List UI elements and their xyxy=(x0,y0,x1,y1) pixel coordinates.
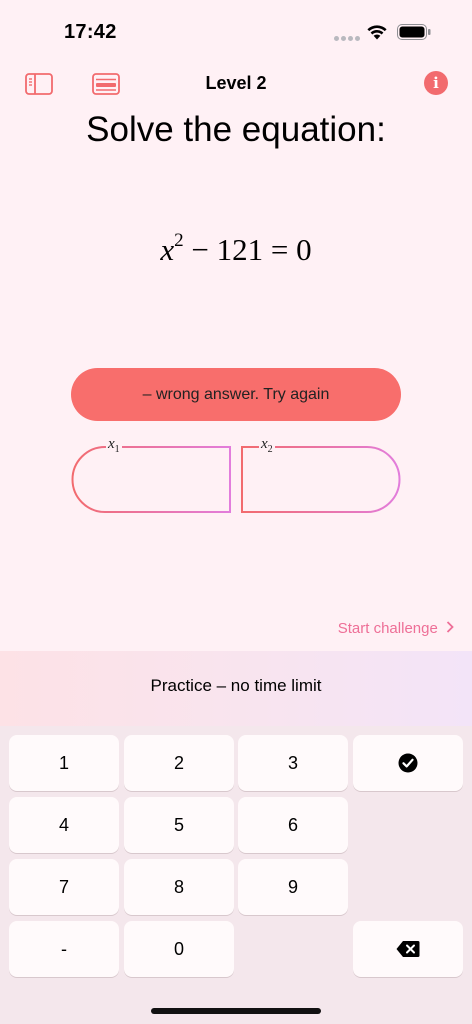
key-0[interactable]: 0 xyxy=(124,921,234,977)
info-icon[interactable]: i xyxy=(424,71,448,95)
key-5[interactable]: 5 xyxy=(124,797,234,853)
backspace-icon xyxy=(396,941,420,957)
submit-key[interactable] xyxy=(353,735,463,791)
start-challenge-label: Start challenge xyxy=(337,620,438,637)
feedback-banner: – wrong answer. Try again xyxy=(71,368,401,421)
top-toolbar: Level 2 i xyxy=(0,60,472,108)
level-title: Level 2 xyxy=(205,73,267,93)
answer-field-x1[interactable]: x1 xyxy=(71,436,232,513)
question-prompt: Solve the equation: xyxy=(86,110,386,149)
bottom-panel: Practice – no time limit 1 2 3 4 5 6 7 8… xyxy=(0,651,472,1024)
home-indicator xyxy=(151,1008,321,1014)
key-7[interactable]: 7 xyxy=(9,859,119,915)
key-minus[interactable]: - xyxy=(9,921,119,977)
equation-exponent: 2 xyxy=(174,229,184,251)
key-3[interactable]: 3 xyxy=(238,735,348,791)
status-bar: 17:42 xyxy=(0,0,472,60)
equation: x2 − 121 = 0 xyxy=(0,229,472,268)
checkmark-circle-icon xyxy=(398,753,418,773)
answer-label-x1: x1 xyxy=(106,436,122,455)
key-4[interactable]: 4 xyxy=(9,797,119,853)
equation-equals: = xyxy=(270,232,289,267)
key-6[interactable]: 6 xyxy=(238,797,348,853)
start-challenge-link[interactable]: Start challenge xyxy=(338,620,454,637)
key-8[interactable]: 8 xyxy=(124,859,234,915)
cellular-signal-icon xyxy=(334,36,360,42)
key-9[interactable]: 9 xyxy=(238,859,348,915)
equation-rhs: 0 xyxy=(296,232,312,267)
equation-constant: 121 xyxy=(216,232,264,267)
equation-variable: x xyxy=(160,232,175,267)
equation-operator: − xyxy=(191,232,209,267)
delete-key[interactable] xyxy=(353,921,463,977)
number-keypad: 1 2 3 4 5 6 7 8 9 - 0 xyxy=(0,726,472,1024)
wifi-icon xyxy=(367,25,387,40)
answer-label-x2: x2 xyxy=(259,436,275,455)
answer-field-x2[interactable]: x2 xyxy=(240,436,401,513)
battery-icon xyxy=(397,24,431,40)
mode-label: Practice – no time limit xyxy=(150,676,322,695)
key-2[interactable]: 2 xyxy=(124,735,234,791)
chevron-right-icon xyxy=(446,620,454,637)
key-1[interactable]: 1 xyxy=(9,735,119,791)
status-time: 17:42 xyxy=(64,21,117,43)
